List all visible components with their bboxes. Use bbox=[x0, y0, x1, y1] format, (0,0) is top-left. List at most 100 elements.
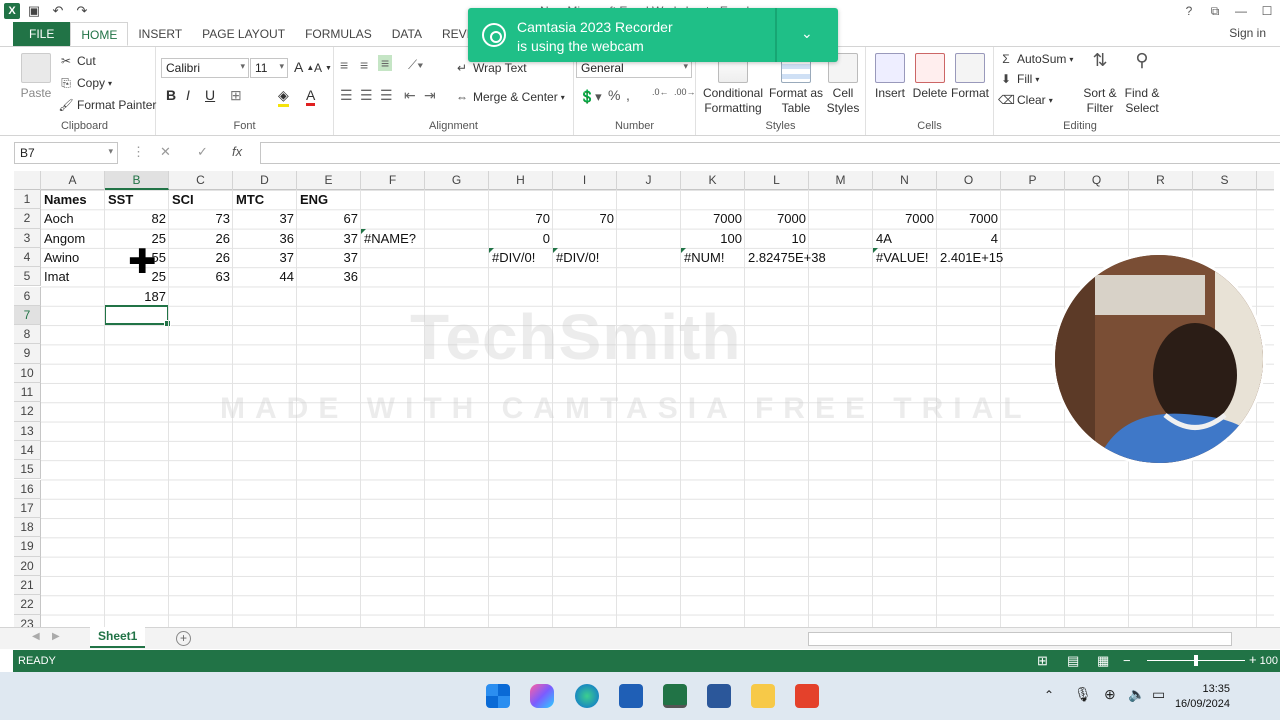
scroll-right-icon[interactable]: ▶ bbox=[52, 631, 60, 642]
conditional-formatting-button[interactable]: Conditional Formatting bbox=[698, 53, 768, 116]
cell-d3[interactable]: 36 bbox=[233, 229, 297, 248]
file-explorer-icon[interactable] bbox=[751, 684, 775, 708]
cell-a2[interactable]: Aoch bbox=[41, 209, 105, 228]
row-header-5[interactable]: 5 bbox=[14, 267, 41, 287]
name-box[interactable]: B7 bbox=[14, 142, 118, 164]
column-header-p[interactable]: P bbox=[1001, 171, 1065, 190]
cell-i2[interactable]: 70 bbox=[553, 209, 617, 228]
row-header-9[interactable]: 9 bbox=[14, 344, 41, 364]
row-header-11[interactable]: 11 bbox=[14, 383, 41, 403]
format-painter-button[interactable]: 🖌 Format Painter bbox=[58, 97, 156, 113]
tab-page-layout[interactable]: PAGE LAYOUT bbox=[192, 22, 295, 46]
error-indicator-icon[interactable] bbox=[489, 247, 494, 253]
zoom-slider-thumb[interactable] bbox=[1194, 655, 1198, 666]
row-header-12[interactable]: 12 bbox=[14, 402, 41, 422]
chevron-down-icon[interactable]: ⌄ bbox=[801, 25, 813, 42]
cell-n4[interactable]: #VALUE! bbox=[873, 248, 937, 267]
cell-b1[interactable]: SST bbox=[105, 190, 169, 209]
error-indicator-icon[interactable] bbox=[681, 247, 686, 253]
column-header-f[interactable]: F bbox=[361, 171, 425, 190]
align-bottom-icon[interactable]: ≡ bbox=[378, 55, 393, 71]
borders-icon[interactable]: ⊞ bbox=[230, 87, 242, 104]
paste-button[interactable]: Paste bbox=[18, 53, 54, 101]
column-header-b[interactable]: B bbox=[105, 171, 169, 190]
cell-k3[interactable]: 100 bbox=[681, 229, 745, 248]
grow-font-icon[interactable]: A ▲ bbox=[294, 59, 314, 75]
row-header-15[interactable]: 15 bbox=[14, 460, 41, 480]
cell-a5[interactable]: Imat bbox=[41, 267, 105, 286]
increase-indent-icon[interactable]: ⇥ bbox=[424, 87, 436, 104]
page-break-view-icon[interactable]: ▦ bbox=[1097, 653, 1109, 669]
minimize-icon[interactable]: — bbox=[1228, 0, 1254, 22]
store-icon[interactable] bbox=[619, 684, 643, 708]
delete-button[interactable]: Delete bbox=[910, 53, 950, 101]
undo-icon[interactable]: ↶ bbox=[48, 1, 68, 21]
font-color-icon[interactable]: A bbox=[306, 87, 316, 106]
cell-n2[interactable]: 7000 bbox=[873, 209, 937, 228]
row-header-4[interactable]: 4 bbox=[14, 247, 41, 268]
horizontal-scrollbar[interactable] bbox=[808, 632, 1232, 646]
select-all-corner[interactable] bbox=[14, 171, 41, 190]
cell-d4[interactable]: 37 bbox=[233, 248, 297, 267]
normal-view-icon[interactable]: ⊞ bbox=[1037, 653, 1048, 669]
align-middle-icon[interactable]: ≡ bbox=[360, 57, 368, 73]
row-header-17[interactable]: 17 bbox=[14, 498, 41, 519]
cell-l3[interactable]: 10 bbox=[745, 229, 809, 248]
cell-d1[interactable]: MTC bbox=[233, 190, 297, 209]
tab-data[interactable]: DATA bbox=[382, 22, 432, 46]
merge-center-button[interactable]: ⇔ Merge & Center ▾ bbox=[454, 89, 565, 105]
start-icon[interactable] bbox=[486, 684, 510, 708]
column-header-c[interactable]: C bbox=[169, 171, 233, 190]
cell-i4[interactable]: #DIV/0! bbox=[553, 248, 617, 267]
column-header-s[interactable]: S bbox=[1193, 171, 1257, 190]
cell-e1[interactable]: ENG bbox=[297, 190, 361, 209]
cell-c2[interactable]: 73 bbox=[169, 209, 233, 228]
column-header-d[interactable]: D bbox=[233, 171, 297, 190]
format-as-table-button[interactable]: Format as Table bbox=[768, 53, 824, 116]
row-header-19[interactable]: 19 bbox=[14, 537, 41, 557]
fill-button[interactable]: ⬇ Fill ▾ bbox=[998, 71, 1039, 87]
align-left-icon[interactable]: ☰ bbox=[340, 87, 353, 104]
column-header-q[interactable]: Q bbox=[1065, 171, 1129, 190]
row-header-3[interactable]: 3 bbox=[14, 228, 41, 248]
scroll-left-icon[interactable]: ◀ bbox=[32, 631, 40, 642]
copilot-icon[interactable] bbox=[530, 684, 554, 708]
cell-e2[interactable]: 67 bbox=[297, 209, 361, 228]
tab-file[interactable]: FILE bbox=[13, 22, 71, 46]
accounting-icon[interactable]: 💲▾ bbox=[579, 89, 602, 105]
tab-formulas[interactable]: FORMULAS bbox=[295, 22, 382, 46]
cell-a4[interactable]: Awino bbox=[41, 248, 105, 267]
cell-k2[interactable]: 7000 bbox=[681, 209, 745, 228]
tab-home[interactable]: HOME bbox=[70, 22, 129, 46]
increase-decimal-icon[interactable]: .0← bbox=[652, 87, 669, 97]
chevron-up-icon[interactable]: ⌃ bbox=[1044, 688, 1054, 702]
column-header-g[interactable]: G bbox=[425, 171, 489, 190]
find-select-button[interactable]: ⚲ Find & Select bbox=[1120, 51, 1164, 116]
row-header-22[interactable]: 22 bbox=[14, 595, 41, 615]
maximize-icon[interactable]: ☐ bbox=[1254, 0, 1280, 22]
cell-d5[interactable]: 44 bbox=[233, 267, 297, 286]
cell-e5[interactable]: 36 bbox=[297, 267, 361, 286]
fill-color-icon[interactable]: ◈ bbox=[278, 87, 289, 107]
cell-c3[interactable]: 26 bbox=[169, 229, 233, 248]
decrease-indent-icon[interactable]: ⇤ bbox=[404, 87, 416, 104]
row-header-13[interactable]: 13 bbox=[14, 421, 41, 441]
cancel-icon[interactable]: ✕ bbox=[160, 144, 171, 160]
cell-l4[interactable]: 2.82475E+38 bbox=[745, 248, 826, 267]
error-indicator-icon[interactable] bbox=[873, 247, 878, 253]
error-indicator-icon[interactable] bbox=[553, 247, 558, 253]
italic-icon[interactable]: I bbox=[186, 87, 190, 103]
cell-h4[interactable]: #DIV/0! bbox=[489, 248, 553, 267]
insert-function-icon[interactable]: fx bbox=[232, 144, 242, 159]
cell-o3[interactable]: 4 bbox=[937, 229, 1001, 248]
tab-insert[interactable]: INSERT bbox=[128, 22, 192, 46]
row-header-21[interactable]: 21 bbox=[14, 576, 41, 596]
network-icon[interactable]: ⊕ bbox=[1104, 686, 1116, 703]
cell-c5[interactable]: 63 bbox=[169, 267, 233, 286]
sort-filter-button[interactable]: ⇅ Sort & Filter bbox=[1078, 51, 1122, 116]
column-header-l[interactable]: L bbox=[745, 171, 809, 190]
align-center-icon[interactable]: ☰ bbox=[360, 87, 373, 104]
column-header-o[interactable]: O bbox=[937, 171, 1001, 190]
row-header-1[interactable]: 1 bbox=[14, 190, 41, 210]
align-right-icon[interactable]: ☰ bbox=[380, 87, 393, 104]
